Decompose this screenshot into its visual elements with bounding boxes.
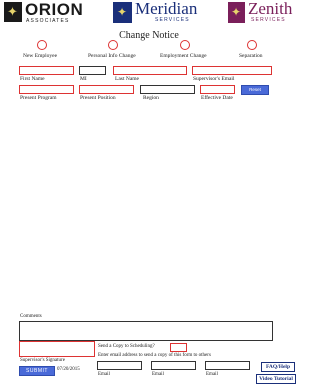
radio-personal-info-change[interactable] [108, 40, 118, 50]
star-icon: ✦ [117, 5, 128, 19]
first-name-label: First Name [20, 76, 45, 82]
email-label-1: Email [98, 372, 110, 377]
radio-employment-change[interactable] [180, 40, 190, 50]
comments-field[interactable] [19, 321, 273, 341]
last-name-label: Last Name [115, 76, 139, 82]
present-program-label: Present Program [20, 95, 57, 101]
radio-label-employment-change: Employment Change [160, 53, 207, 59]
orion-logo-name: ORION [25, 0, 84, 19]
radio-label-new-employee: New Employee [23, 53, 58, 59]
faq-help-button[interactable]: FAQ/Help [261, 362, 295, 372]
region-field[interactable] [140, 85, 195, 94]
reset-button[interactable]: Reset [241, 85, 269, 95]
meridian-logo: ✦ Meridian SERVICES [113, 0, 201, 26]
supervisor-email-field[interactable] [192, 66, 272, 75]
mi-label: MI [80, 76, 87, 82]
first-name-field[interactable] [19, 66, 74, 75]
signature-field[interactable] [19, 341, 95, 357]
meridian-logo-mark: ✦ [113, 2, 132, 23]
orion-logo-mark: ✦ [4, 2, 22, 22]
signature-label: Supervisor's Signature [20, 358, 65, 363]
video-tutorial-button[interactable]: Video Tutorial [256, 374, 296, 384]
form-date: 07/20/2015 [57, 367, 80, 372]
mi-field[interactable] [79, 66, 106, 75]
email-label-3: Email [206, 372, 218, 377]
star-icon: ✦ [231, 5, 242, 19]
effective-date-label: Effective Date [201, 95, 233, 101]
email-field-1[interactable] [97, 361, 142, 370]
email-label-2: Email [152, 372, 164, 377]
zenith-logo-sub: SERVICES [251, 17, 286, 23]
last-name-field[interactable] [113, 66, 187, 75]
region-label: Region [143, 95, 159, 101]
radio-separation[interactable] [247, 40, 257, 50]
submit-button[interactable]: SUBMIT [19, 366, 55, 376]
present-program-field[interactable] [19, 85, 74, 94]
send-copy-field[interactable] [170, 343, 187, 352]
supervisor-email-label: Supervisor's Email [193, 76, 235, 82]
send-copy-label: Send a Copy to Scheduling? [98, 344, 155, 349]
comments-label: Comments [20, 314, 42, 319]
orion-logo: ✦ ORION ASSOCIATES [4, 0, 83, 26]
email-instruction: Enter email address to send a copy of th… [98, 353, 211, 358]
orion-logo-sub: ASSOCIATES [26, 18, 70, 24]
effective-date-field[interactable] [200, 85, 235, 94]
radio-label-personal-info-change: Personal Info Change [88, 53, 136, 59]
email-field-3[interactable] [205, 361, 250, 370]
meridian-logo-sub: SERVICES [155, 17, 190, 23]
email-field-2[interactable] [151, 361, 196, 370]
present-position-field[interactable] [79, 85, 134, 94]
zenith-logo-mark: ✦ [228, 2, 245, 23]
radio-label-separation: Separation [239, 53, 263, 59]
zenith-logo: ✦ Zenith SERVICES [228, 0, 296, 26]
radio-new-employee[interactable] [37, 40, 47, 50]
star-icon: ✦ [7, 4, 18, 19]
present-position-label: Present Position [80, 95, 116, 101]
